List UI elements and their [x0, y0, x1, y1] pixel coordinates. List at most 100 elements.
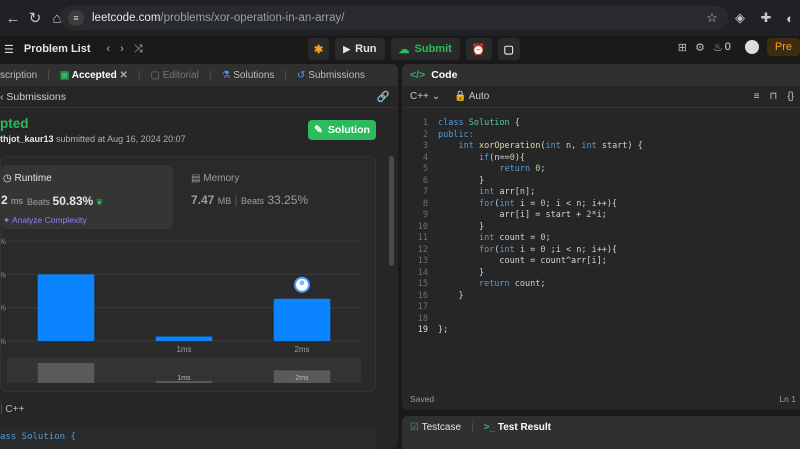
username[interactable]: thjot_kaur13	[0, 134, 54, 144]
runtime-beats-label: Beats	[27, 197, 51, 207]
runtime-number: 2	[1, 193, 8, 207]
runtime-distribution-chart: %%%% 1ms 2ms 1ms 2ms	[1, 237, 361, 383]
tab-solutions-label: Solutions	[233, 69, 275, 81]
chart-bar	[273, 298, 331, 341]
address-bar[interactable]: ≡ leetcode.com/problems/xor-operation-in…	[60, 6, 728, 30]
streak-fire-icon[interactable]: ♨	[713, 41, 723, 54]
braces-icon[interactable]: {}	[787, 91, 794, 102]
edit-icon: ✎	[314, 124, 323, 136]
code-preview: ass Solution {	[0, 428, 376, 449]
memory-number: 7.47	[191, 193, 215, 207]
minimap-label: 2ms	[295, 375, 309, 382]
code-line: count = count^arr[i];	[438, 256, 607, 266]
link-icon[interactable]: 🔗	[377, 90, 390, 103]
language-select[interactable]: C++ ⌄	[410, 91, 440, 102]
runtime-value: 2 ms	[1, 193, 23, 207]
format-icon[interactable]: ≡	[754, 91, 760, 102]
shuffle-icon[interactable]: ⤨	[134, 43, 143, 56]
bookmark-icon[interactable]: ⊓	[770, 91, 778, 102]
chart-bar	[155, 336, 213, 341]
minimap-label: 1ms	[177, 375, 191, 382]
left-tabs: scription | ▣ Accepted ✕ | ▢ Editorial |…	[0, 64, 398, 86]
line-number: 16	[417, 290, 428, 301]
url-path: /problems/xor-operation-in-an-array/	[160, 12, 345, 24]
line-number: 17	[417, 302, 428, 312]
next-problem-icon[interactable]: ›	[120, 43, 124, 55]
checkbox-icon: ☑	[410, 422, 419, 433]
timer-button[interactable]: ⏰	[465, 38, 492, 60]
problem-list-link[interactable]: Problem List	[24, 43, 91, 55]
premium-button[interactable]: Pre	[766, 38, 800, 56]
y-tick-label: %	[1, 304, 6, 313]
code-editor[interactable]: 1 class Solution {2 public: 3 int xorOperat…	[402, 114, 800, 384]
x-tick-label: 2ms	[294, 345, 309, 354]
tab-submissions[interactable]: ↺ Submissions	[297, 70, 365, 81]
sparkle-icon: ✦	[3, 215, 11, 225]
settings-icon[interactable]: ⚙	[695, 41, 705, 54]
tab-solutions[interactable]: ⚗ Solutions	[222, 70, 275, 81]
leaf-icon: ❦	[95, 197, 104, 207]
line-number: 6	[422, 175, 428, 186]
left-panel: scription | ▣ Accepted ✕ | ▢ Editorial |…	[0, 64, 398, 449]
alarm-icon: ⏰	[471, 43, 486, 56]
run-button[interactable]: ▶ Run	[335, 38, 385, 60]
line-number: 19	[417, 325, 428, 335]
code-line: if(n==0){	[478, 152, 526, 163]
tab-accepted[interactable]: ▣ Accepted ✕	[60, 70, 128, 81]
debug-button[interactable]: ✱	[308, 38, 330, 60]
line-number: 2	[422, 129, 428, 140]
line-number: 1	[422, 118, 428, 128]
submit-button[interactable]: ☁ Submit	[390, 38, 460, 60]
status-accepted: pted	[0, 116, 29, 131]
language-label: C++	[410, 91, 429, 102]
leetcode-topbar: ☰ Problem List ‹ › ⤨ ✱ ▶ Run ☁ Submit ⏰ …	[0, 36, 800, 62]
code-line: }	[438, 267, 485, 278]
shield-extension-icon[interactable]: ◈	[728, 6, 752, 30]
submissions-header: ‹ Submissions 🔗	[0, 86, 398, 108]
tab-editorial[interactable]: ▢ Editorial	[151, 70, 199, 81]
close-icon[interactable]: ✕	[120, 70, 128, 81]
solution-button[interactable]: ✎ Solution	[308, 120, 376, 140]
runtime-box[interactable]: ◷ Runtime 2 ms Beats 50.83% ❦ ✦ Analyze …	[1, 165, 173, 229]
layout-icon[interactable]: ⊞	[678, 41, 687, 54]
left-scrollbar[interactable]	[389, 156, 394, 266]
code-tab[interactable]: </> Code	[402, 64, 800, 86]
prev-problem-icon[interactable]: ‹	[107, 43, 111, 55]
autocomplete-toggle[interactable]: 🔒 Auto	[454, 91, 489, 102]
code-line: for(int i = 0; i < n; i++){	[478, 198, 618, 209]
note-icon: ▢	[503, 43, 514, 56]
line-number: 4	[422, 152, 428, 163]
notes-button[interactable]: ▢	[497, 38, 520, 60]
line-number: 14	[417, 267, 428, 278]
tab-testcase[interactable]: ☑ Testcase	[410, 422, 461, 433]
bookmark-star-icon[interactable]: ☆	[700, 6, 724, 30]
analyze-complexity-link[interactable]: ✦ Analyze Complexity	[3, 215, 87, 226]
saved-status: Saved	[410, 394, 435, 404]
y-tick-label: %	[1, 337, 6, 346]
solution-label: Solution	[327, 124, 370, 136]
code-line: };	[438, 325, 449, 335]
code-line: class Solution {	[438, 118, 520, 128]
code-lang-label: C++	[5, 404, 25, 415]
code-line: }	[438, 221, 485, 232]
bug-icon: ✱	[314, 43, 324, 56]
code-panel: </> Code C++ ⌄ 🔒 Auto ≡ ⊓ {} 1 class Solu…	[402, 64, 800, 410]
profile-icon[interactable]: ◐	[778, 6, 800, 30]
tab-test-result[interactable]: >_ Test Result	[484, 422, 551, 433]
line-number: 3	[422, 141, 428, 151]
accepted-icon: ▣	[59, 69, 70, 81]
y-tick-label: %	[1, 270, 6, 279]
site-info-icon[interactable]: ≡	[68, 10, 84, 26]
extensions-icon[interactable]: ✚	[754, 6, 778, 30]
tab-submissions-label: Submissions	[308, 69, 365, 81]
tab-description[interactable]: scription	[0, 70, 37, 81]
chart-bar	[37, 274, 95, 341]
code-line: int count = 0;	[478, 233, 551, 243]
submitted-time: submitted at Aug 16, 2024 20:07	[56, 134, 186, 144]
y-tick-label: %	[1, 237, 6, 246]
memory-label[interactable]: ▤ Memory	[191, 173, 239, 184]
problem-list-icon[interactable]: ☰	[4, 43, 14, 56]
avatar[interactable]	[744, 40, 759, 54]
back-to-submissions-link[interactable]: ‹ Submissions	[0, 91, 66, 103]
cursor-position: Ln 1	[779, 394, 796, 404]
